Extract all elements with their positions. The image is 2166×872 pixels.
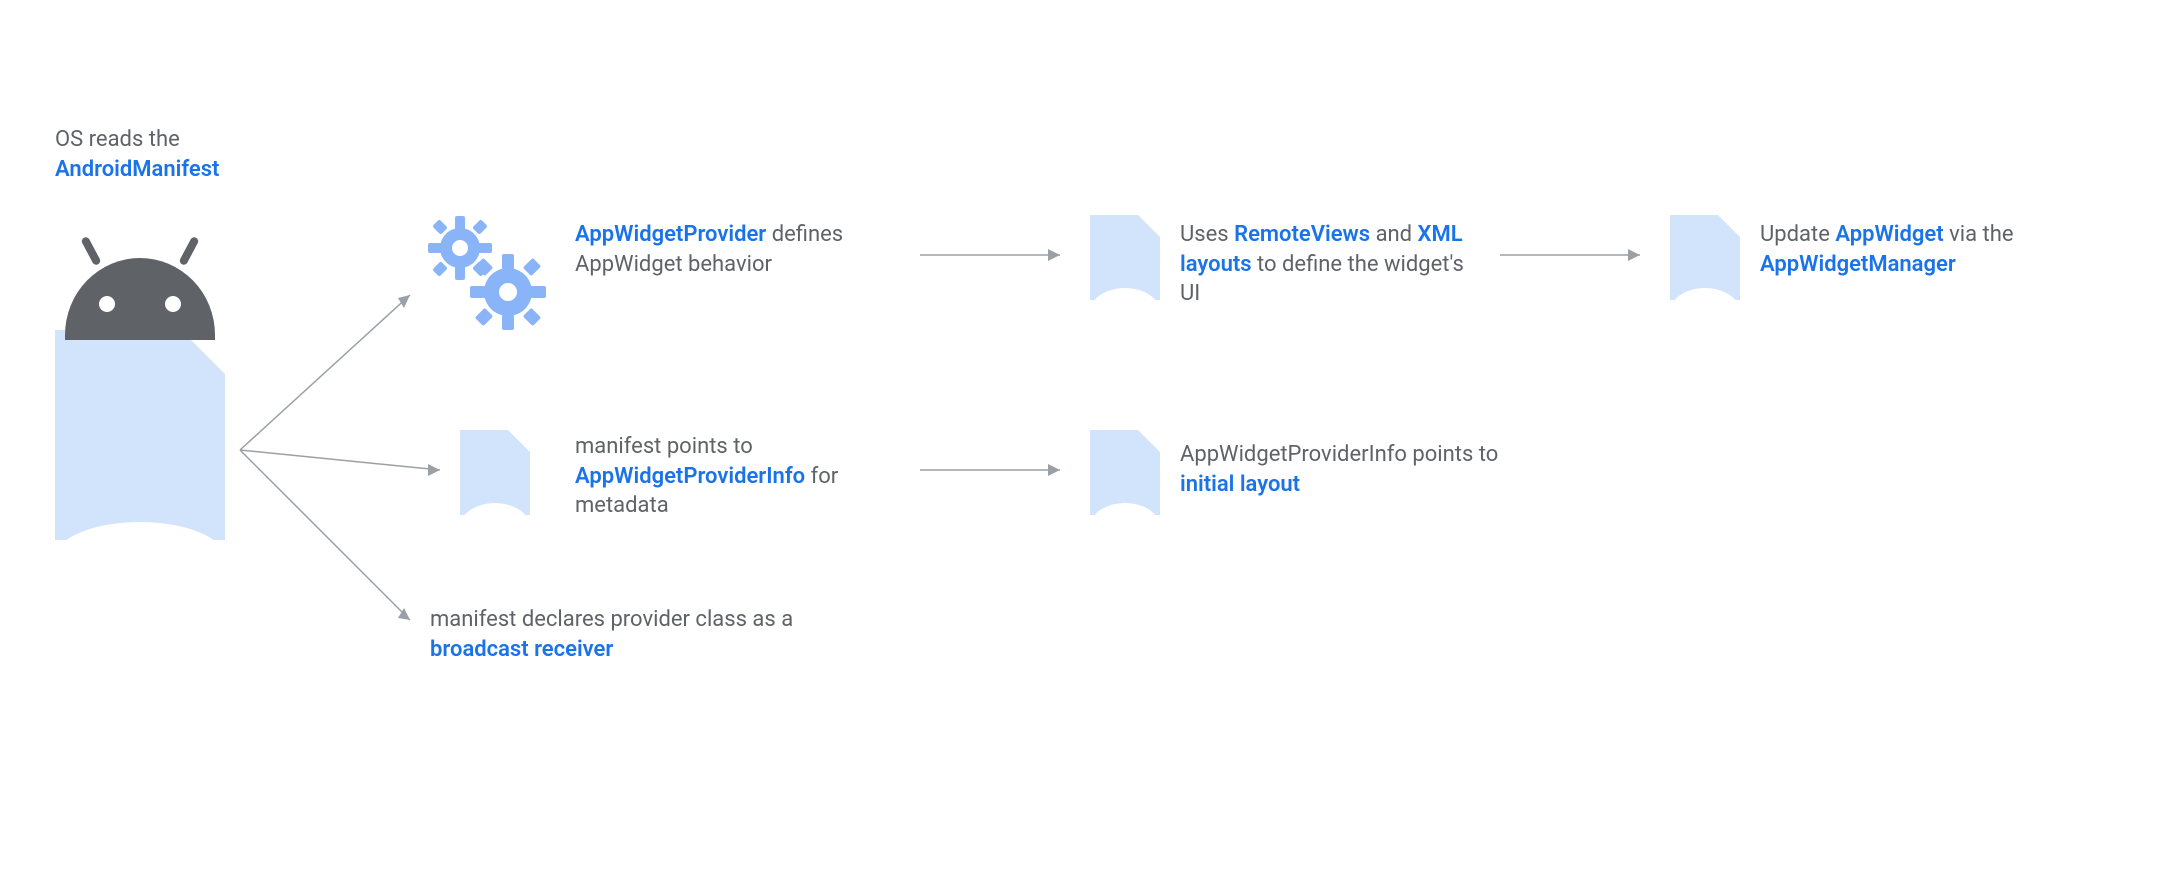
- diagram-canvas: OS reads the AndroidManifest: [0, 0, 2166, 872]
- android-head-icon: [65, 258, 215, 340]
- node-appwidgetprovider: AppWidgetProvider defines AppWidget beha…: [575, 220, 875, 279]
- hl1: RemoteViews: [1234, 222, 1370, 247]
- arrows: [0, 0, 2166, 872]
- node-manager: Update AppWidget via the AppWidgetManage…: [1760, 220, 2090, 279]
- hl: AppWidgetProvider: [575, 222, 766, 247]
- node-initiallayout: AppWidgetProviderInfo points to initial …: [1180, 440, 1500, 499]
- hl: AppWidgetProviderInfo: [575, 464, 805, 489]
- androidmanifest-icon: [55, 330, 225, 540]
- mid: via the: [1944, 222, 2014, 247]
- pre: manifest points to: [575, 434, 753, 459]
- gears-icon: [420, 210, 550, 330]
- file-icon-manager: [1670, 215, 1740, 300]
- heading-plain: OS reads the: [55, 127, 180, 152]
- file-icon-remoteviews: [1090, 215, 1160, 300]
- heading-highlight: AndroidManifest: [55, 157, 219, 182]
- node-broadcast: manifest declares provider class as a br…: [430, 605, 830, 664]
- hl2: AppWidgetManager: [1760, 252, 1956, 277]
- pre: Update: [1760, 222, 1835, 247]
- hl: initial layout: [1180, 472, 1300, 497]
- pre: AppWidgetProviderInfo points to: [1180, 442, 1498, 467]
- pre: Uses: [1180, 222, 1234, 247]
- pre: manifest declares provider class as a: [430, 607, 793, 632]
- hl1: AppWidget: [1835, 222, 1943, 247]
- hl: broadcast receiver: [430, 637, 613, 662]
- file-icon-initiallayout: [1090, 430, 1160, 515]
- mid: and: [1370, 222, 1417, 247]
- file-icon-providerinfo: [460, 430, 530, 515]
- node-providerinfo: manifest points to AppWidgetProviderInfo…: [575, 432, 895, 521]
- node-remoteviews: Uses RemoteViews and XML layouts to defi…: [1180, 220, 1480, 309]
- heading-os-reads: OS reads the AndroidManifest: [55, 125, 315, 184]
